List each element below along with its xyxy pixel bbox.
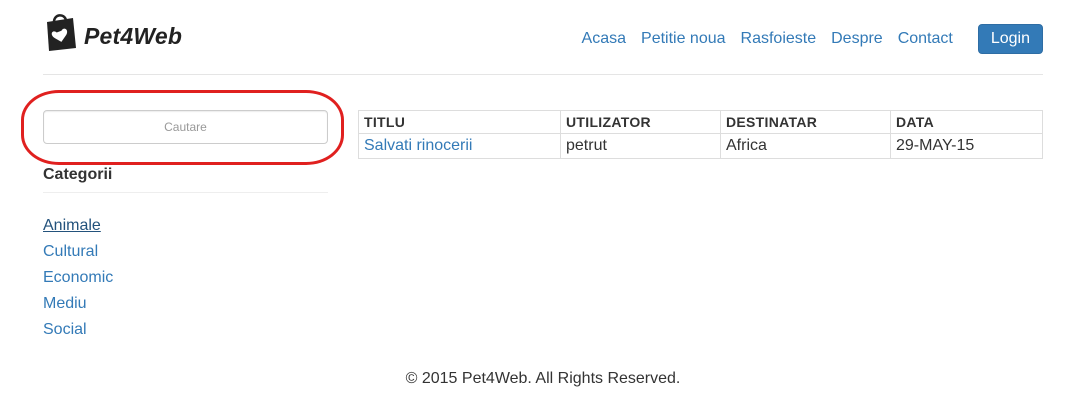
list-item: Cultural	[43, 239, 113, 265]
cell-title: Salvati rinocerii	[358, 133, 561, 159]
cell-recipient: Africa	[720, 133, 891, 159]
header-divider	[43, 74, 1043, 75]
nav-item-acasa[interactable]: Acasa	[582, 24, 626, 54]
list-item: Economic	[43, 265, 113, 291]
column-header-destinatar: DESTINATAR	[720, 110, 891, 134]
cell-user: petrut	[560, 133, 721, 159]
categories-heading: Categorii	[43, 166, 328, 193]
category-link-animale[interactable]: Animale	[43, 217, 101, 234]
column-header-titlu: TITLU	[358, 110, 561, 134]
nav-item-petitie-noua[interactable]: Petitie noua	[641, 24, 726, 54]
category-link-cultural[interactable]: Cultural	[43, 243, 98, 260]
nav-item-contact[interactable]: Contact	[898, 24, 953, 54]
column-header-data: DATA	[890, 110, 1043, 134]
table-header-row: TITLU UTILIZATOR DESTINATAR DATA	[358, 110, 1043, 134]
cell-date: 29-MAY-15	[890, 133, 1043, 159]
top-navigation: Acasa Petitie noua Rasfoieste Despre Con…	[582, 24, 1043, 54]
brand-logo-link[interactable]: Pet4Web	[43, 10, 182, 54]
petitions-table: TITLU UTILIZATOR DESTINATAR DATA Salvati…	[358, 110, 1043, 159]
category-link-mediu[interactable]: Mediu	[43, 295, 87, 312]
table-row: Salvati rinocerii petrut Africa 29-MAY-1…	[358, 133, 1043, 159]
list-item: Mediu	[43, 291, 113, 317]
list-item: Social	[43, 317, 113, 343]
login-button[interactable]: Login	[977, 24, 1043, 54]
category-link-economic[interactable]: Economic	[43, 269, 113, 286]
nav-item-despre[interactable]: Despre	[831, 24, 883, 54]
petition-title-link[interactable]: Salvati rinocerii	[364, 137, 472, 154]
list-item: Animale	[43, 213, 113, 239]
nav-item-rasfoieste[interactable]: Rasfoieste	[741, 24, 817, 54]
footer-copyright: © 2015 Pet4Web. All Rights Reserved.	[405, 370, 681, 387]
search-input[interactable]	[43, 110, 328, 144]
brand-name: Pet4Web	[84, 22, 183, 49]
column-header-utilizator: UTILIZATOR	[560, 110, 721, 134]
shopping-bag-heart-icon	[47, 14, 76, 51]
category-list: Animale Cultural Economic Mediu Social	[43, 213, 113, 343]
category-link-social[interactable]: Social	[43, 321, 87, 338]
